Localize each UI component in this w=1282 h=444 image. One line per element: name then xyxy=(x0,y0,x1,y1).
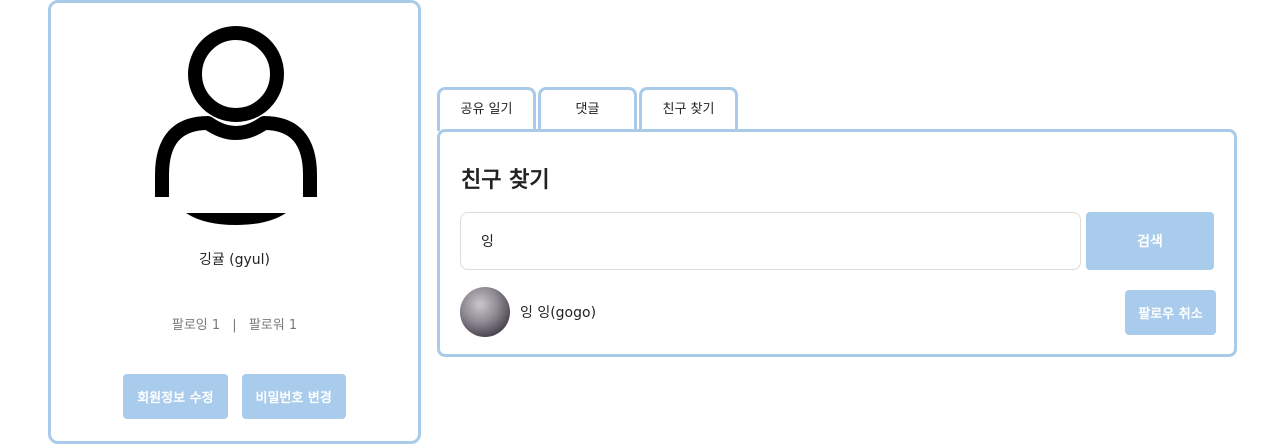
tab-find-friends[interactable]: 친구 찾기 xyxy=(639,87,738,131)
follow-stats: 팔로잉 1 | 팔로워 1 xyxy=(51,314,418,333)
following-count[interactable]: 팔로잉 1 xyxy=(172,318,220,333)
edit-profile-button[interactable]: 회원정보 수정 xyxy=(123,374,228,419)
avatar[interactable] xyxy=(460,287,510,337)
profile-actions: 회원정보 수정 비밀번호 변경 xyxy=(51,374,418,419)
unfollow-button[interactable]: 팔로우 취소 xyxy=(1125,290,1216,335)
tab-bar: 공유 일기 댓글 친구 찾기 xyxy=(437,87,740,131)
list-item: 잉 잉(gogo) 팔로우 취소 xyxy=(460,286,1216,338)
search-input[interactable] xyxy=(460,212,1081,270)
tab-shared-diary[interactable]: 공유 일기 xyxy=(437,87,536,131)
follower-count[interactable]: 팔로워 1 xyxy=(249,318,297,333)
tab-comments[interactable]: 댓글 xyxy=(538,87,637,131)
profile-name: 깅귤 (gyul) xyxy=(198,252,271,268)
profile-card: 깅귤 (gyul) 팔로잉 1 | 팔로워 1 회원정보 수정 비밀번호 변경 xyxy=(48,0,421,444)
separator: | xyxy=(232,318,237,333)
panel-title: 친구 찾기 xyxy=(461,168,550,193)
change-password-button[interactable]: 비밀번호 변경 xyxy=(241,374,346,419)
user-silhouette-icon xyxy=(155,26,317,225)
search-button[interactable]: 검색 xyxy=(1086,212,1214,270)
friend-search-panel: 친구 찾기 검색 잉 잉(gogo) 팔로우 취소 xyxy=(437,129,1237,357)
friend-name[interactable]: 잉 잉(gogo) xyxy=(520,302,596,322)
page: 깅귤 (gyul) 팔로잉 1 | 팔로워 1 회원정보 수정 비밀번호 변경 … xyxy=(0,0,1282,444)
